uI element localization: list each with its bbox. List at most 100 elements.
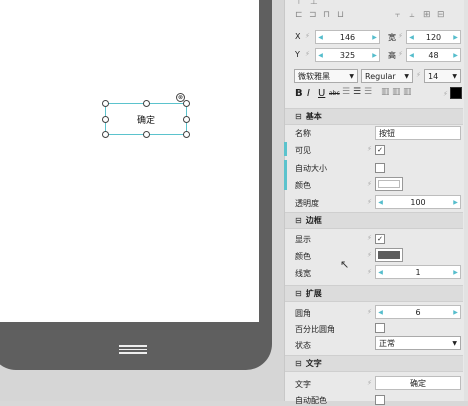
text-link-icon[interactable]: ⚡ — [367, 379, 372, 387]
autosize-checkbox[interactable] — [375, 163, 385, 173]
text-color-link-icon[interactable]: ⚡ — [443, 90, 448, 98]
bold-button[interactable]: B — [295, 88, 303, 99]
panel-scrollbar[interactable] — [464, 0, 468, 401]
italic-button[interactable]: I — [307, 88, 310, 99]
border-width-label: 线宽 — [295, 269, 311, 278]
section-extend[interactable]: ⊟ 扩展 — [285, 285, 463, 302]
x-link-icon[interactable]: ⚡ — [305, 32, 310, 40]
state-label: 状态 — [295, 341, 311, 350]
name-label: 名称 — [295, 129, 311, 138]
visible-checkbox[interactable]: ✓ — [375, 145, 385, 155]
text-align-right-icon[interactable]: ☰ — [364, 87, 372, 97]
border-width-spinner[interactable]: ◀ 1 ▶ — [375, 265, 461, 279]
width-value: 120 — [425, 32, 442, 42]
text-valign-top-icon[interactable]: ▥ — [381, 87, 390, 97]
fill-color-link-icon[interactable]: ⚡ — [367, 180, 372, 188]
text-color-swatch[interactable] — [450, 87, 462, 99]
collapse-icon: ⊟ — [295, 112, 302, 121]
font-size-select[interactable]: 14 ▼ — [424, 69, 461, 83]
text-valign-bottom-icon[interactable]: ▥ — [403, 87, 412, 97]
text-input[interactable]: 确定 — [375, 376, 461, 390]
width-spinner[interactable]: ◀ 120 ▶ — [406, 30, 461, 44]
visible-label: 可见 — [295, 146, 311, 155]
strikethrough-button[interactable]: abc — [329, 90, 340, 97]
opacity-label: 透明度 — [295, 199, 319, 208]
section-basic[interactable]: ⊟ 基本 — [285, 108, 463, 125]
y-spinner[interactable]: ◀ 325 ▶ — [315, 48, 380, 62]
font-size-link-icon[interactable]: ⚡ — [416, 71, 421, 79]
text-value: 确定 — [410, 378, 426, 388]
text-label: 文字 — [295, 380, 311, 389]
same-width-icon[interactable]: ⊞ — [423, 10, 431, 20]
percent-radius-checkbox[interactable] — [375, 323, 385, 333]
align-middle-icon[interactable]: ⊥ — [310, 0, 318, 7]
border-show-checkbox[interactable]: ✓ — [375, 234, 385, 244]
section-text-title: 文字 — [305, 359, 322, 368]
fill-color-label: 颜色 — [295, 181, 311, 190]
radius-link-icon[interactable]: ⚡ — [367, 308, 372, 316]
name-input[interactable]: 按钮 — [375, 126, 461, 140]
align-top-icon[interactable]: ⊤ — [295, 0, 303, 7]
align-toolbar: ⊤ ⊥ ⊏ ⊐ ⊓ ⊔ ⫟ ⫠ ⊞ ⊟ — [285, 0, 463, 26]
radius-value: 6 — [415, 307, 421, 317]
border-show-link-icon[interactable]: ⚡ — [367, 234, 372, 242]
font-style-select[interactable]: Regular ▼ — [361, 69, 413, 83]
collapse-icon: ⊟ — [295, 359, 302, 368]
visible-link-icon[interactable]: ⚡ — [367, 145, 372, 153]
same-height-icon[interactable]: ⊟ — [437, 10, 445, 20]
opacity-spinner[interactable]: ◀ 100 ▶ — [375, 195, 461, 209]
state-select[interactable]: 正常 ▼ — [375, 336, 461, 350]
height-value: 48 — [428, 50, 439, 60]
section-extend-title: 扩展 — [305, 289, 322, 298]
border-width-value: 1 — [415, 267, 421, 277]
section-border[interactable]: ⊟ 边框 — [285, 212, 463, 229]
phone-frame — [0, 0, 272, 370]
x-spinner[interactable]: ◀ 146 ▶ — [315, 30, 380, 44]
resize-handle-tr[interactable] — [183, 100, 190, 107]
underline-button[interactable]: U — [318, 88, 325, 99]
mouse-cursor-icon: ↖ — [340, 258, 350, 271]
align-center-icon[interactable]: ⊐ — [309, 10, 317, 20]
opacity-link-icon[interactable]: ⚡ — [367, 198, 372, 206]
fill-color-swatch[interactable] — [375, 177, 403, 191]
resize-handle-bl[interactable] — [102, 131, 109, 138]
resize-handle-tm[interactable] — [143, 100, 150, 107]
section-text[interactable]: ⊟ 文字 — [285, 355, 463, 372]
height-link-icon[interactable]: ⚡ — [398, 50, 403, 58]
align-left-icon[interactable]: ⊏ — [295, 10, 303, 20]
height-label: 高 — [388, 51, 396, 60]
autocolor-checkbox[interactable] — [375, 395, 385, 405]
border-color-link-icon[interactable]: ⚡ — [367, 251, 372, 259]
y-link-icon[interactable]: ⚡ — [305, 50, 310, 58]
y-label: Y — [295, 50, 300, 59]
distribute-icon[interactable]: ⊔ — [337, 10, 344, 20]
resize-handle-tl[interactable] — [102, 100, 109, 107]
text-align-left-icon[interactable]: ☰ — [342, 87, 350, 97]
resize-handle-bm[interactable] — [143, 131, 150, 138]
x-value: 146 — [339, 32, 356, 42]
section-basic-title: 基本 — [305, 112, 322, 121]
radius-spinner[interactable]: ◀ 6 ▶ — [375, 305, 461, 319]
resize-handle-ml[interactable] — [102, 116, 109, 123]
y-value: 325 — [339, 50, 356, 60]
dist-h-icon[interactable]: ⫟ — [395, 10, 400, 20]
text-align-center-icon[interactable]: ☰ — [353, 87, 361, 97]
rotate-handle-icon[interactable]: ⊗ — [176, 93, 185, 102]
font-family-select[interactable]: 微软雅黑 ▼ — [294, 69, 358, 83]
state-value: 正常 — [379, 338, 395, 348]
font-size-value: 14 — [428, 71, 439, 81]
align-right-icon[interactable]: ⊓ — [323, 10, 330, 20]
border-width-link-icon[interactable]: ⚡ — [367, 268, 372, 276]
dist-v-icon[interactable]: ⫠ — [409, 10, 414, 20]
resize-handle-mr[interactable] — [183, 116, 190, 123]
width-link-icon[interactable]: ⚡ — [398, 32, 403, 40]
percent-radius-label: 百分比圆角 — [295, 325, 335, 334]
phone-screen[interactable] — [0, 0, 259, 322]
resize-handle-br[interactable] — [183, 131, 190, 138]
section-border-title: 边框 — [305, 216, 322, 225]
home-menu-icon — [119, 343, 147, 356]
text-valign-middle-icon[interactable]: ▥ — [392, 87, 401, 97]
border-color-swatch[interactable] — [375, 248, 403, 262]
height-spinner[interactable]: ◀ 48 ▶ — [406, 48, 461, 62]
design-canvas[interactable]: 确定 ⊗ — [0, 0, 284, 401]
